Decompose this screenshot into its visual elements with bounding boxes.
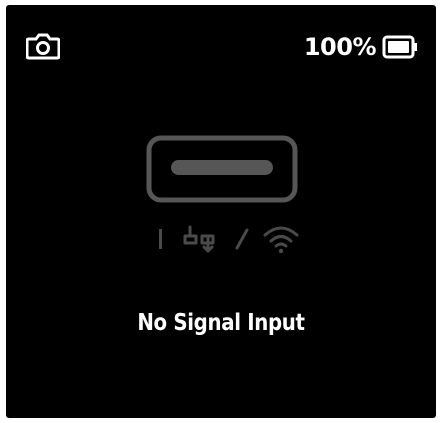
wifi-icon xyxy=(263,226,299,254)
connection-type-icons xyxy=(146,220,306,256)
status-bar: 100% xyxy=(6,5,436,85)
battery-full-icon xyxy=(382,35,417,59)
battery-percent: 100% xyxy=(303,33,377,61)
displayport-icon xyxy=(183,225,215,253)
no-signal-message: No Signal Input xyxy=(137,310,305,336)
cable-icon xyxy=(159,229,162,249)
slash-divider-icon xyxy=(235,228,249,250)
device-screen: 100% No Signal Input xyxy=(6,5,436,418)
battery-status: 100% xyxy=(304,29,418,65)
camera-icon xyxy=(26,33,60,60)
usb-port-icon xyxy=(146,135,298,203)
no-signal-graphic xyxy=(6,130,436,260)
